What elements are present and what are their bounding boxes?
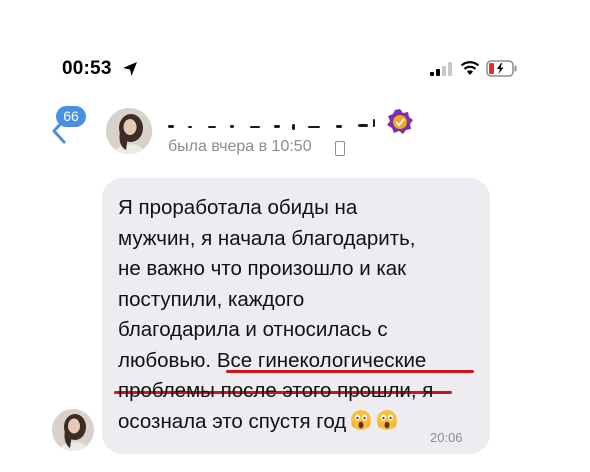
- message-line: поступили, каждого: [118, 287, 305, 311]
- message-line-text: осознала это спустя год: [118, 409, 347, 433]
- verified-badge-icon: [387, 109, 413, 134]
- status-time: 00:53: [62, 58, 112, 79]
- screaming-face-emoji-icon: [377, 409, 398, 430]
- chat-header: [0, 100, 590, 172]
- message-line: Я проработала обиды на: [118, 196, 358, 219]
- wifi-icon: [460, 61, 480, 75]
- message-timestamp: 20:06: [430, 430, 463, 445]
- signal-icon: [430, 62, 452, 76]
- message-line: проблемы после этого прошли, я: [118, 379, 434, 402]
- location-arrow-icon: [123, 62, 137, 76]
- contact-name-obscured: [168, 119, 375, 130]
- unread-count-badge[interactable]: 66: [56, 106, 86, 127]
- message-line-last: осознала это спустя год: [118, 407, 480, 438]
- battery-icon: [486, 60, 517, 77]
- screaming-face-emoji-icon: [351, 409, 372, 430]
- contact-avatar[interactable]: [106, 108, 152, 154]
- message-line: любовью. Все гинекологические: [118, 348, 427, 372]
- phone-icon: [335, 141, 345, 156]
- sender-avatar[interactable]: [52, 409, 94, 451]
- avatar-photo: [106, 108, 152, 154]
- avatar-photo: [52, 409, 94, 451]
- message-line: благодарила и относилась с: [118, 318, 388, 341]
- last-seen-status: была вчера в 10:50: [168, 138, 312, 155]
- message-line: мужчин, я начала благодарить,: [118, 226, 416, 250]
- message-line: не важно что произошло и как: [118, 257, 407, 280]
- status-bar: 00:53: [0, 0, 590, 100]
- message-text: Я проработала обиды на мужчин, я начала …: [118, 193, 480, 437]
